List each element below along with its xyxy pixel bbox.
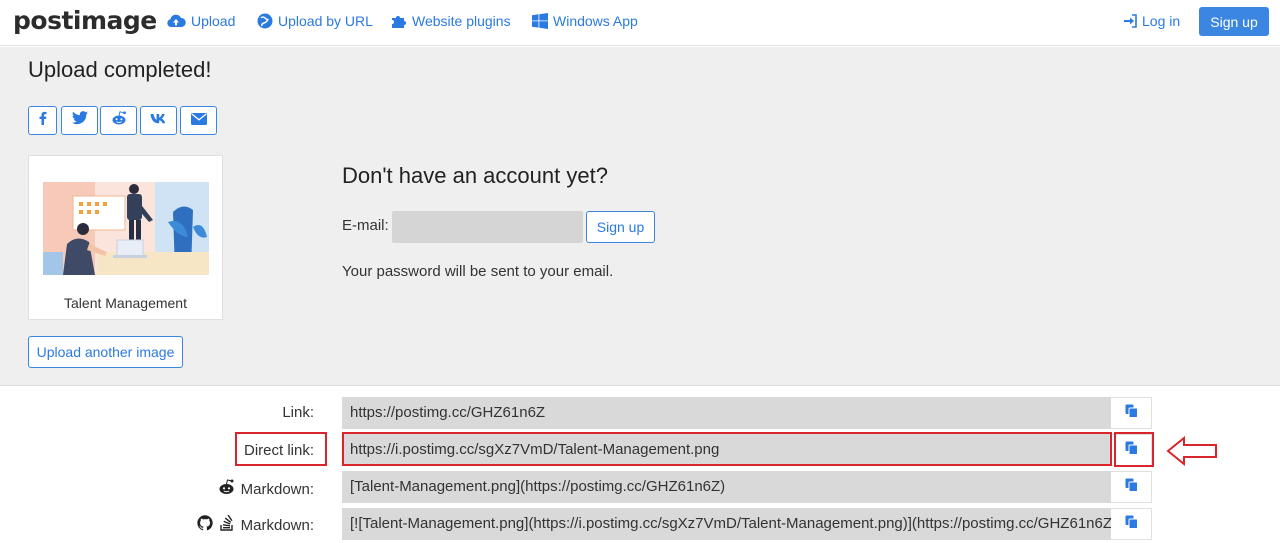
- account-title: Don't have an account yet?: [342, 163, 608, 188]
- password-note: Your password will be sent to your email…: [342, 263, 614, 280]
- login-label: Log in: [1142, 13, 1181, 29]
- copy-link-button[interactable]: [1111, 397, 1152, 429]
- copy-markdown-github-button[interactable]: [1111, 508, 1152, 540]
- cloud-upload-icon: [166, 13, 186, 29]
- github-icon: [196, 515, 213, 535]
- copy-icon: [1125, 515, 1138, 534]
- twitter-icon: [71, 111, 88, 130]
- upload-result-panel: Upload completed! Talent Management Uplo…: [0, 47, 1280, 386]
- login-link[interactable]: Log in: [1123, 13, 1180, 29]
- nav-upload-label: Upload: [191, 13, 236, 29]
- email-label: E-mail:: [342, 217, 389, 234]
- copy-icon: [1125, 404, 1138, 423]
- nav-website-plugins-label: Website plugins: [412, 13, 511, 29]
- upload-another-button[interactable]: Upload another image: [28, 336, 183, 368]
- facebook-icon: [36, 111, 50, 130]
- share-twitter-button[interactable]: [61, 106, 98, 135]
- markdown-github-field[interactable]: [![Talent-Management.png](https://i.post…: [342, 508, 1111, 540]
- copy-markdown-reddit-button[interactable]: [1111, 471, 1152, 503]
- markdown-label-text: Markdown:: [240, 516, 314, 534]
- direct-link-label-highlight: [235, 432, 327, 466]
- vk-icon: [150, 112, 168, 130]
- link-label: Link:: [282, 404, 314, 421]
- copy-icon: [1125, 478, 1138, 497]
- share-facebook-button[interactable]: [28, 106, 57, 135]
- top-nav-bar: postimage Upload Upload by URL Website p…: [0, 0, 1280, 46]
- header-signup-button[interactable]: Sign up: [1199, 7, 1269, 36]
- thumbnail-caption: Talent Management: [64, 295, 187, 311]
- share-email-button[interactable]: [180, 106, 217, 135]
- direct-link-field-highlight: [342, 432, 1112, 466]
- account-signup-button[interactable]: Sign up: [586, 211, 655, 243]
- copy-direct-link-highlight: [1114, 432, 1154, 467]
- thumbnail-card[interactable]: Talent Management: [28, 155, 223, 320]
- login-icon: [1123, 14, 1137, 28]
- reddit-icon: [218, 479, 235, 499]
- thumbnail-image[interactable]: [43, 182, 209, 275]
- email-field[interactable]: [392, 211, 583, 243]
- link-field[interactable]: https://postimg.cc/GHZ61n6Z: [342, 397, 1111, 429]
- share-vk-button[interactable]: [140, 106, 177, 135]
- reddit-icon: [111, 111, 127, 130]
- page-title: Upload completed!: [28, 57, 212, 82]
- nav-windows-app-label: Windows App: [553, 13, 638, 29]
- markdown-reddit-field[interactable]: [Talent-Management.png](https://postimg.…: [342, 471, 1111, 503]
- nav-windows-app[interactable]: Windows App: [532, 13, 638, 29]
- share-reddit-button[interactable]: [100, 106, 137, 135]
- postimage-logo[interactable]: postimage: [13, 6, 157, 35]
- globe-icon: [257, 13, 273, 29]
- windows-icon: [532, 13, 548, 29]
- annotation-arrow-icon: [1166, 436, 1217, 466]
- markdown-label-text: Markdown:: [240, 480, 314, 498]
- nav-upload-by-url-label: Upload by URL: [278, 13, 373, 29]
- nav-website-plugins[interactable]: Website plugins: [391, 13, 511, 29]
- puzzle-icon: [391, 13, 407, 29]
- markdown-reddit-label: Markdown:: [218, 479, 314, 499]
- markdown-github-label: Markdown:: [196, 514, 314, 535]
- nav-upload[interactable]: Upload: [166, 13, 235, 29]
- email-icon: [190, 112, 207, 130]
- stackoverflow-icon: [219, 514, 235, 535]
- nav-upload-by-url[interactable]: Upload by URL: [257, 13, 373, 29]
